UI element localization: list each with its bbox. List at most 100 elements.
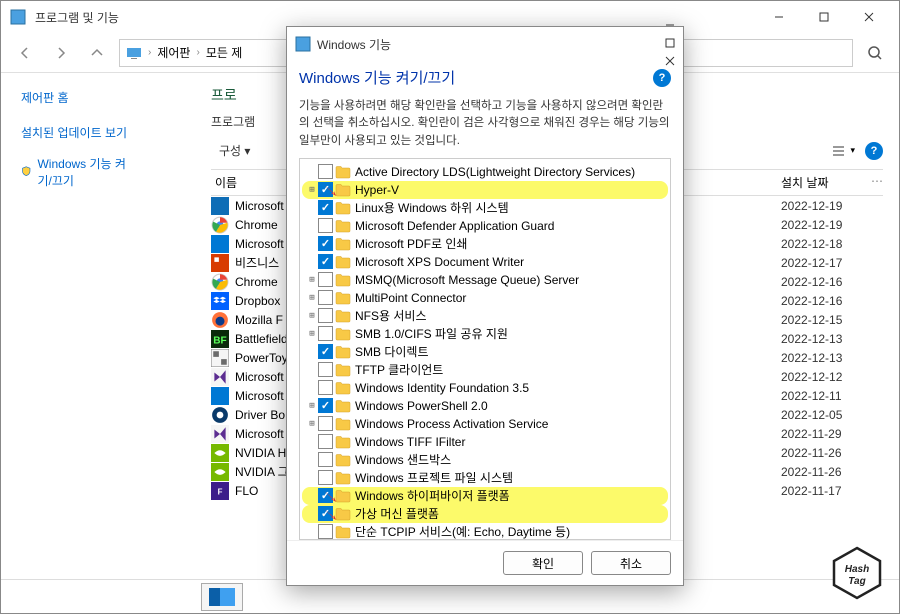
program-icon [211, 388, 229, 404]
feature-checkbox[interactable] [318, 380, 333, 395]
column-more-indicator[interactable]: ⋯ [871, 174, 883, 191]
feature-row[interactable]: 단순 TCPIP 서비스(예: Echo, Daytime 등) [302, 523, 668, 540]
tree-expander[interactable]: ⊞ [306, 329, 318, 339]
tree-expander[interactable]: ⊞ [306, 401, 318, 411]
program-icon [211, 369, 229, 385]
feature-checkbox[interactable] [318, 200, 333, 215]
maximize-button[interactable] [801, 3, 846, 31]
feature-checkbox[interactable] [318, 398, 333, 413]
help-button[interactable]: ? [865, 142, 883, 160]
breadcrumb-current[interactable]: 모든 제 [206, 44, 242, 61]
ok-button[interactable]: 확인 [503, 551, 583, 575]
feature-checkbox[interactable] [318, 524, 333, 539]
cancel-button[interactable]: 취소 [591, 551, 671, 575]
tree-expander[interactable]: ⊞ [306, 185, 318, 195]
chevron-right-icon: › [148, 47, 151, 58]
feature-checkbox[interactable] [318, 308, 333, 323]
feature-label: Microsoft PDF로 인쇄 [355, 235, 467, 252]
maximize-button[interactable] [665, 35, 675, 53]
organize-button[interactable]: 구성 ▾ [211, 140, 258, 161]
program-icon [211, 255, 229, 271]
feature-row[interactable]: Linux용 Windows 하위 시스템 [302, 199, 668, 217]
feature-row[interactable]: 가상 머신 플랫폼 [302, 505, 668, 523]
tree-expander[interactable]: ⊞ [306, 419, 318, 429]
dialog-heading-text: Windows 기능 켜기/끄기 [299, 67, 455, 88]
search-button[interactable] [861, 39, 889, 67]
feature-row[interactable]: Windows 하이퍼바이저 플랫폼 [302, 487, 668, 505]
tree-expander[interactable]: ⊞ [306, 293, 318, 303]
minimize-button[interactable] [756, 3, 801, 31]
breadcrumb-root[interactable]: 제어판 [157, 44, 190, 61]
feature-tree[interactable]: Active Directory LDS(Lightweight Directo… [299, 158, 671, 540]
feature-row[interactable]: Windows Identity Foundation 3.5 [302, 379, 668, 397]
folder-icon [335, 381, 351, 395]
tree-expander[interactable]: ⊞ [306, 311, 318, 321]
close-button[interactable] [846, 3, 891, 31]
feature-checkbox[interactable] [318, 164, 333, 179]
program-install-date: 2022-12-17 [781, 256, 871, 270]
feature-label: Windows TIFF IFilter [355, 435, 465, 449]
sidebar-updates-link[interactable]: 설치된 업데이트 보기 [21, 124, 131, 141]
sidebar-features-link[interactable]: Windows 기능 켜기/끄기 [21, 155, 131, 189]
feature-label: Hyper-V [355, 183, 399, 197]
feature-label: Windows PowerShell 2.0 [355, 399, 488, 413]
hashtag-watermark: Hash Tag [830, 546, 884, 600]
feature-row[interactable]: ⊞ Windows PowerShell 2.0 [302, 397, 668, 415]
program-icon: BF [211, 331, 229, 347]
feature-checkbox[interactable] [318, 236, 333, 251]
program-install-date: 2022-12-16 [781, 275, 871, 289]
feature-label: 단순 TCPIP 서비스(예: Echo, Daytime 등) [355, 523, 570, 540]
back-button[interactable] [11, 39, 39, 67]
feature-row[interactable]: ⊞ MultiPoint Connector [302, 289, 668, 307]
feature-checkbox[interactable] [318, 218, 333, 233]
feature-row[interactable]: ⊞MSMQ(Microsoft Message Queue) Server [302, 271, 668, 289]
feature-label: SMB 1.0/CIFS 파일 공유 지원 [355, 325, 508, 342]
feature-row[interactable]: SMB 다이렉트 [302, 343, 668, 361]
annotation-arrow-icon [322, 489, 338, 503]
feature-checkbox[interactable] [318, 254, 333, 269]
folder-icon [335, 399, 351, 413]
program-install-date: 2022-12-18 [781, 237, 871, 251]
feature-row[interactable]: Microsoft Defender Application Guard [302, 217, 668, 235]
feature-row[interactable]: ⊞NFS용 서비스 [302, 307, 668, 325]
feature-checkbox[interactable] [318, 290, 333, 305]
feature-checkbox[interactable] [318, 362, 333, 377]
feature-checkbox[interactable] [318, 452, 333, 467]
view-button[interactable]: ▾ [832, 145, 855, 157]
program-install-date: 2022-12-13 [781, 332, 871, 346]
help-button[interactable]: ? [653, 69, 671, 87]
feature-label: Windows Process Activation Service [355, 417, 548, 431]
feature-label: MultiPoint Connector [355, 291, 466, 305]
feature-checkbox[interactable] [318, 326, 333, 341]
program-icon: F [211, 483, 229, 499]
feature-row[interactable]: Active Directory LDS(Lightweight Directo… [302, 163, 668, 181]
feature-label: Linux용 Windows 하위 시스템 [355, 199, 509, 216]
feature-checkbox[interactable] [318, 272, 333, 287]
feature-row[interactable]: ⊞ SMB 1.0/CIFS 파일 공유 지원 [302, 325, 668, 343]
dialog-title: Windows 기능 [317, 36, 391, 53]
forward-button[interactable] [47, 39, 75, 67]
folder-icon [335, 453, 351, 467]
feature-checkbox[interactable] [318, 416, 333, 431]
feature-label: TFTP 클라이언트 [355, 361, 443, 378]
feature-row[interactable]: ⊞ Hyper-V [302, 181, 668, 199]
feature-row[interactable]: Windows 샌드박스 [302, 451, 668, 469]
program-icon [211, 198, 229, 214]
sidebar-home-link[interactable]: 제어판 홈 [21, 89, 131, 106]
up-button[interactable] [83, 39, 111, 67]
feature-row[interactable]: Windows TIFF IFilter [302, 433, 668, 451]
feature-row[interactable]: TFTP 클라이언트 [302, 361, 668, 379]
feature-row[interactable]: Windows 프로젝트 파일 시스템 [302, 469, 668, 487]
feature-checkbox[interactable] [318, 470, 333, 485]
folder-icon [335, 309, 351, 323]
feature-row[interactable]: Microsoft XPS Document Writer [302, 253, 668, 271]
program-install-date: 2022-12-15 [781, 313, 871, 327]
tree-expander[interactable]: ⊞ [306, 275, 318, 285]
feature-row[interactable]: Microsoft PDF로 인쇄 [302, 235, 668, 253]
column-date-header[interactable]: 설치 날짜 [781, 174, 871, 191]
folder-icon [335, 219, 351, 233]
minimize-button[interactable] [665, 17, 675, 35]
feature-checkbox[interactable] [318, 344, 333, 359]
feature-checkbox[interactable] [318, 434, 333, 449]
feature-row[interactable]: ⊞ Windows Process Activation Service [302, 415, 668, 433]
